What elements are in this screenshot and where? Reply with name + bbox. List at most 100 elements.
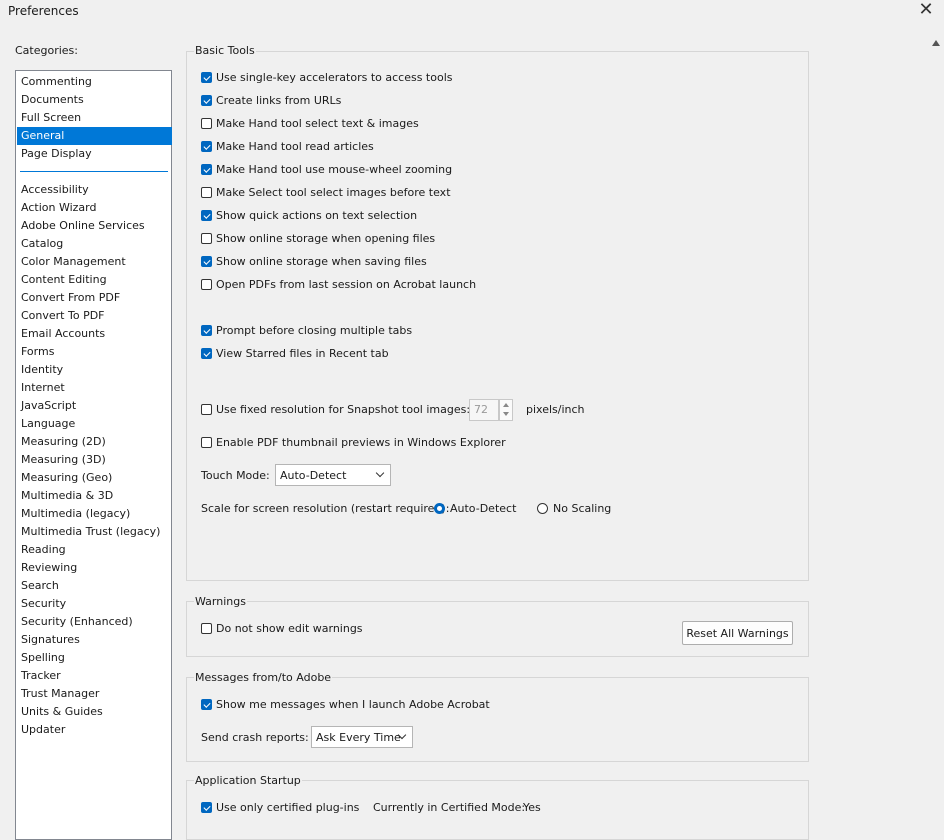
thumbnail-preview-checkbox[interactable] <box>201 437 212 448</box>
category-item-multimedia-legacy[interactable]: Multimedia (legacy) <box>17 505 172 523</box>
certified-mode-label: Currently in Certified Mode: <box>373 801 526 814</box>
show-quick-actions-on-text-selection-label: Show quick actions on text selection <box>216 209 418 222</box>
touch-mode-label: Touch Mode: <box>201 469 270 482</box>
show-online-storage-when-opening-files-checkbox[interactable] <box>201 233 212 244</box>
close-icon[interactable]: ✕ <box>914 0 938 22</box>
category-item-measuring-geo[interactable]: Measuring (Geo) <box>17 469 172 487</box>
scale-auto-label: Auto-Detect <box>450 502 517 515</box>
basic-tools-title: Basic Tools <box>194 44 256 57</box>
category-item-full-screen[interactable]: Full Screen <box>17 109 172 127</box>
category-item-forms[interactable]: Forms <box>17 343 172 361</box>
chevron-down-icon <box>375 468 385 478</box>
category-item-reviewing[interactable]: Reviewing <box>17 559 172 577</box>
crash-reports-dropdown[interactable]: Ask Every Time <box>311 726 413 748</box>
option-row-show-quick-actions-on-text-selection: Show quick actions on text selection <box>201 209 417 222</box>
category-item-identity[interactable]: Identity <box>17 361 172 379</box>
make-hand-tool-select-text-images-checkbox[interactable] <box>201 118 212 129</box>
snapshot-resolution-unit: pixels/inch <box>526 403 585 416</box>
category-item-language[interactable]: Language <box>17 415 172 433</box>
vertical-scrollbar[interactable] <box>928 28 944 833</box>
category-item-measuring-3d[interactable]: Measuring (3D) <box>17 451 172 469</box>
category-item-action-wizard[interactable]: Action Wizard <box>17 199 172 217</box>
category-item-search[interactable]: Search <box>17 577 172 595</box>
warnings-title: Warnings <box>194 595 247 608</box>
startup-title: Application Startup <box>194 774 302 787</box>
category-item-catalog[interactable]: Catalog <box>17 235 172 253</box>
scroll-up-arrow-icon[interactable] <box>932 40 940 46</box>
category-item-content-editing[interactable]: Content Editing <box>17 271 172 289</box>
option-row-use-single-key-accelerators-to-access-tools: Use single-key accelerators to access to… <box>201 71 452 84</box>
snapshot-resolution-stepper[interactable] <box>499 399 513 421</box>
category-item-tracker[interactable]: Tracker <box>17 667 172 685</box>
option-row-create-links-from-urls: Create links from URLs <box>201 94 341 107</box>
category-item-measuring-2d[interactable]: Measuring (2D) <box>17 433 172 451</box>
scale-none-radio[interactable] <box>537 503 548 514</box>
launch-messages-checkbox[interactable] <box>201 699 212 710</box>
categories-label: Categories: <box>15 44 78 57</box>
category-item-email-accounts[interactable]: Email Accounts <box>17 325 172 343</box>
create-links-from-urls-label: Create links from URLs <box>216 94 342 107</box>
category-item-units-guides[interactable]: Units & Guides <box>17 703 172 721</box>
option-row-show-online-storage-when-saving-files: Show online storage when saving files <box>201 255 427 268</box>
prompt-before-closing-multiple-tabs-checkbox[interactable] <box>201 325 212 336</box>
category-item-adobe-online-services[interactable]: Adobe Online Services <box>17 217 172 235</box>
category-item-multimedia-trust-legacy[interactable]: Multimedia Trust (legacy) <box>17 523 172 541</box>
category-item-internet[interactable]: Internet <box>17 379 172 397</box>
option-row-make-select-tool-select-images-before-text: Make Select tool select images before te… <box>201 186 451 199</box>
certified-plugins-checkbox[interactable] <box>201 802 212 813</box>
categories-divider <box>20 171 168 172</box>
scale-label: Scale for screen resolution (restart req… <box>201 502 450 515</box>
certified-mode-value: Yes <box>523 801 541 814</box>
category-item-commenting[interactable]: Commenting <box>17 73 172 91</box>
touch-mode-dropdown[interactable]: Auto-Detect <box>275 464 391 486</box>
categories-list[interactable]: Commenting Documents Full Screen General Pag… <box>15 70 172 840</box>
crash-reports-label: Send crash reports: <box>201 731 309 744</box>
create-links-from-urls-checkbox[interactable] <box>201 95 212 106</box>
snapshot-resolution-input[interactable]: 72 <box>469 399 499 421</box>
category-item-convert-from-pdf[interactable]: Convert From PDF <box>17 289 172 307</box>
show-online-storage-when-opening-files-label: Show online storage when opening files <box>216 232 436 245</box>
category-item-multimedia-3d[interactable]: Multimedia & 3D <box>17 487 172 505</box>
category-item-page-display[interactable]: Page Display <box>17 145 172 163</box>
show-online-storage-when-saving-files-checkbox[interactable] <box>201 256 212 267</box>
scale-none-option[interactable]: No Scaling <box>537 502 611 515</box>
category-item-general[interactable]: General <box>17 127 172 145</box>
category-item-accessibility[interactable]: Accessibility <box>17 181 172 199</box>
category-item-updater[interactable]: Updater <box>17 721 172 739</box>
snapshot-resolution-checkbox[interactable] <box>201 404 212 415</box>
scale-auto-radio[interactable] <box>434 503 445 514</box>
make-hand-tool-use-mouse-wheel-zooming-label: Make Hand tool use mouse-wheel zooming <box>216 163 453 176</box>
category-item-javascript[interactable]: JavaScript <box>17 397 172 415</box>
category-item-color-management[interactable]: Color Management <box>17 253 172 271</box>
category-item-security-enhanced[interactable]: Security (Enhanced) <box>17 613 172 631</box>
show-quick-actions-on-text-selection-checkbox[interactable] <box>201 210 212 221</box>
make-hand-tool-use-mouse-wheel-zooming-checkbox[interactable] <box>201 164 212 175</box>
messages-title: Messages from/to Adobe <box>194 671 333 684</box>
option-row-prompt-before-closing-multiple-tabs: Prompt before closing multiple tabs <box>201 324 412 337</box>
stepper-down-icon[interactable] <box>503 412 509 416</box>
stepper-up-icon[interactable] <box>503 403 509 407</box>
messages-group <box>186 677 809 762</box>
category-item-reading[interactable]: Reading <box>17 541 172 559</box>
show-online-storage-when-saving-files-label: Show online storage when saving files <box>216 255 427 268</box>
category-item-convert-to-pdf[interactable]: Convert To PDF <box>17 307 172 325</box>
use-single-key-accelerators-to-access-tools-label: Use single-key accelerators to access to… <box>216 71 453 84</box>
open-pdfs-from-last-session-on-acrobat-launch-label: Open PDFs from last session on Acrobat l… <box>216 278 477 291</box>
category-item-documents[interactable]: Documents <box>17 91 172 109</box>
thumbnail-preview-row: Enable PDF thumbnail previews in Windows… <box>201 436 506 449</box>
category-item-security[interactable]: Security <box>17 595 172 613</box>
make-select-tool-select-images-before-text-checkbox[interactable] <box>201 187 212 198</box>
make-hand-tool-read-articles-checkbox[interactable] <box>201 141 212 152</box>
category-item-signatures[interactable]: Signatures <box>17 631 172 649</box>
edit-warnings-row: Do not show edit warnings <box>201 622 363 635</box>
option-row-view-starred-files-in-recent-tab: View Starred files in Recent tab <box>201 347 389 360</box>
category-item-spelling[interactable]: Spelling <box>17 649 172 667</box>
edit-warnings-checkbox[interactable] <box>201 623 212 634</box>
category-item-trust-manager[interactable]: Trust Manager <box>17 685 172 703</box>
launch-messages-row: Show me messages when I launch Adobe Acr… <box>201 698 490 711</box>
view-starred-files-in-recent-tab-checkbox[interactable] <box>201 348 212 359</box>
reset-warnings-button[interactable]: Reset All Warnings <box>682 621 793 645</box>
scale-auto-option[interactable]: Auto-Detect <box>434 502 516 515</box>
open-pdfs-from-last-session-on-acrobat-launch-checkbox[interactable] <box>201 279 212 290</box>
use-single-key-accelerators-to-access-tools-checkbox[interactable] <box>201 72 212 83</box>
